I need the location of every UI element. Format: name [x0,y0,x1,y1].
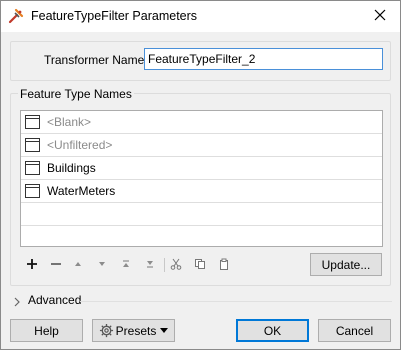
list-item[interactable]: Buildings [21,157,382,180]
paste-button[interactable] [215,255,233,275]
remove-button[interactable] [47,255,65,275]
feature-type-icon [25,115,40,129]
fme-transformer-icon [8,8,24,24]
plus-icon [26,258,38,273]
feature-type-icon [25,138,40,152]
cancel-button[interactable]: Cancel [318,319,391,342]
window-title: FeatureTypeFilter Parameters [31,9,198,23]
cut-button[interactable] [167,255,185,275]
update-button[interactable]: Update... [310,253,382,276]
paste-icon [218,258,230,273]
help-button-label: Help [34,323,59,338]
move-down-icon [97,258,107,272]
ok-button-label: OK [263,323,282,338]
move-down-button[interactable] [93,255,111,275]
list-item[interactable]: <Unfiltered> [21,134,382,157]
caret-down-icon [160,327,169,334]
move-to-top-button[interactable] [117,255,135,275]
toolbar-separator [164,258,165,272]
advanced-divider [80,301,392,302]
feature-type-icon [25,184,40,198]
gear-icon [99,323,114,338]
advanced-label: Advanced [28,293,82,307]
cut-icon [170,258,182,273]
list-item[interactable]: WaterMeters [21,180,382,203]
list-item-label: <Unfiltered> [47,138,113,152]
presets-button[interactable]: Presets [92,319,175,342]
feature-type-names-legend: Feature Type Names [18,87,134,101]
list-item[interactable]: <Blank> [21,111,382,134]
title-bar: FeatureTypeFilter Parameters [1,1,400,32]
close-button[interactable] [360,1,400,32]
feature-type-icon [25,161,40,175]
dialog-window: FeatureTypeFilter Parameters Transformer… [0,0,401,350]
copy-button[interactable] [191,255,209,275]
move-up-icon [73,258,83,272]
chevron-right-icon [13,296,21,310]
list-item-label: Buildings [47,161,96,175]
transformer-name-label: Transformer Name: [44,53,148,67]
minus-icon [50,258,62,273]
move-up-button[interactable] [69,255,87,275]
transformer-name-input[interactable]: FeatureTypeFilter_2 [144,48,383,70]
presets-button-label: Presets [115,323,157,338]
list-item-label: WaterMeters [47,184,116,198]
close-icon [374,9,386,24]
add-button[interactable] [23,255,41,275]
list-item-label: <Blank> [47,115,92,129]
empty-row[interactable] [21,203,382,226]
move-to-bottom-icon [145,258,155,272]
cancel-button-label: Cancel [335,323,374,338]
move-to-bottom-button[interactable] [141,255,159,275]
move-to-top-icon [121,258,131,272]
help-button[interactable]: Help [10,319,83,342]
ok-button[interactable]: OK [236,319,309,342]
feature-type-list[interactable]: <Blank> <Unfiltered> Buildings WaterMete… [20,110,383,247]
copy-icon [194,258,206,273]
